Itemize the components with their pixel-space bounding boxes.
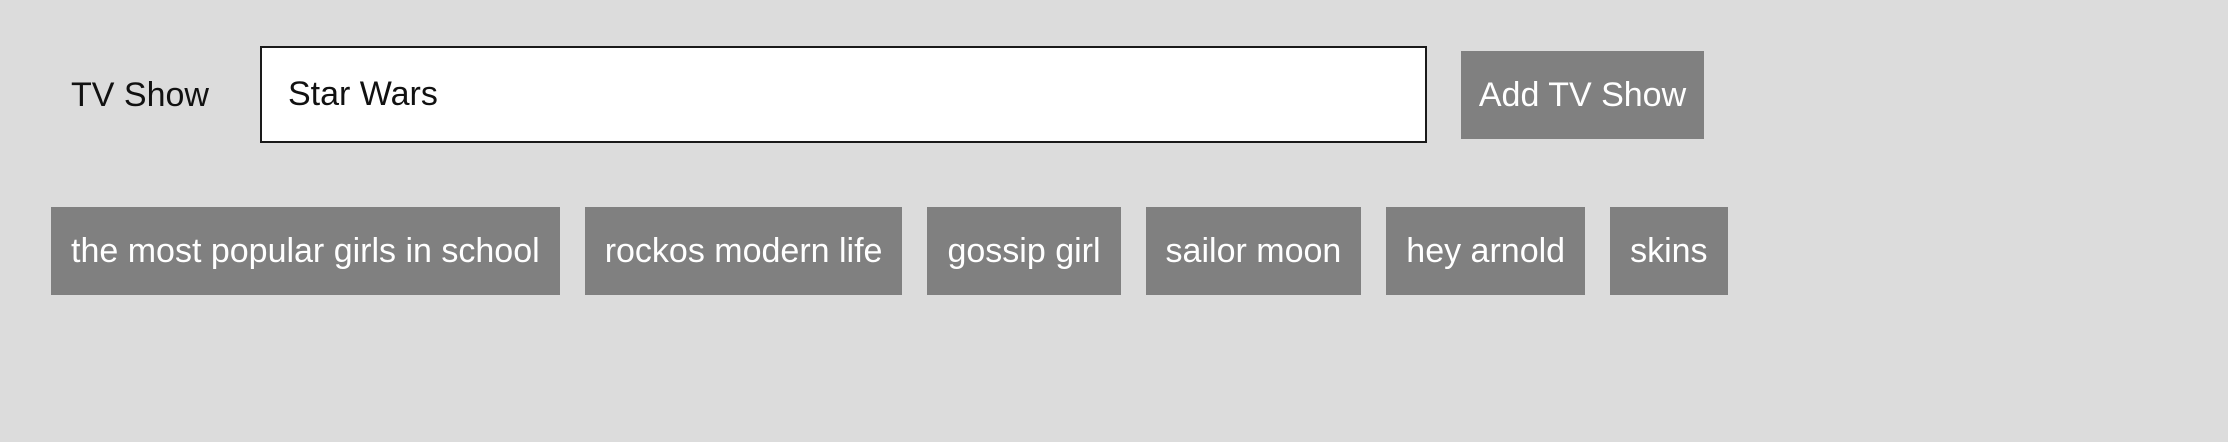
show-chip[interactable]: sailor moon bbox=[1145, 207, 1362, 295]
show-chip[interactable]: skins bbox=[1610, 207, 1728, 295]
show-chip[interactable]: gossip girl bbox=[927, 207, 1121, 295]
tv-show-input[interactable] bbox=[260, 46, 1427, 143]
tv-show-list: the most popular girls in school rockos … bbox=[51, 207, 1728, 295]
add-show-form: TV Show Add TV Show bbox=[0, 0, 2228, 190]
show-chip[interactable]: rockos modern life bbox=[584, 207, 903, 295]
add-tv-show-button[interactable]: Add TV Show bbox=[1461, 51, 1704, 139]
show-chip[interactable]: hey arnold bbox=[1386, 207, 1586, 295]
tv-show-label: TV Show bbox=[71, 76, 209, 114]
show-chip[interactable]: the most popular girls in school bbox=[51, 207, 560, 295]
